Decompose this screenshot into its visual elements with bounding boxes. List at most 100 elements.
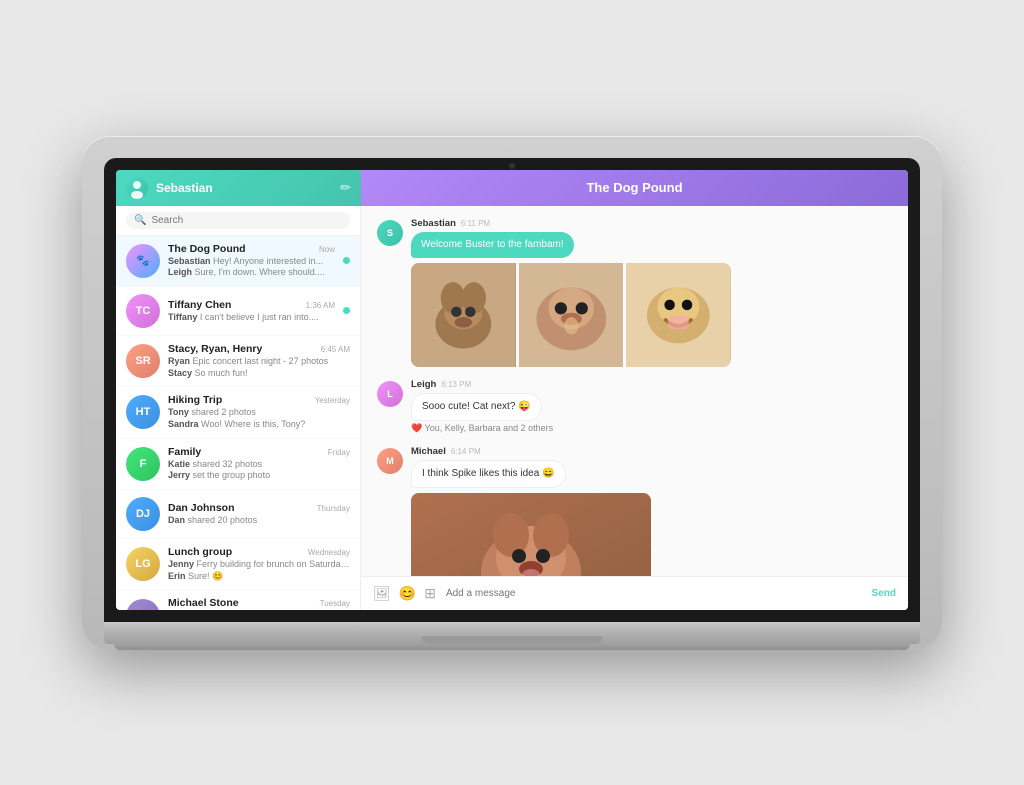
message-group: M Michael 6:14 PM I think Spike likes th… [377, 446, 892, 575]
dog-photo-3 [626, 263, 731, 368]
list-item[interactable]: LG Lunch group Wednesday Jenny Ferry bui… [116, 539, 360, 590]
conv-top: Stacy, Ryan, Henry 6:45 AM [168, 343, 350, 355]
conv-time: Wednesday [308, 548, 350, 557]
conv-time: 1:36 AM [306, 301, 335, 310]
photo-cell[interactable] [519, 263, 624, 368]
message-reactions: ❤️ You, Kelly, Barbara and 2 others [411, 423, 892, 434]
input-icons: 🖼 😊 ⊞ [373, 585, 436, 602]
avatar: 🐾 [126, 244, 160, 278]
conv-top: The Dog Pound Now [168, 243, 335, 255]
conv-preview2: Jerry set the group photo [168, 470, 350, 482]
emoji-icon[interactable]: 😊 [399, 585, 416, 602]
laptop-frame: Sebastian ✏ The Dog Pound 🔍 [82, 136, 942, 650]
list-item[interactable]: DJ Dan Johnson Thursday Dan shared 20 ph… [116, 490, 360, 539]
edit-icon[interactable]: ✏ [340, 180, 351, 196]
app-body: 🔍 🐾 The Dog Pound [116, 206, 908, 610]
message-content: Leigh 6:13 PM Sooo cute! Cat next? 😜 ❤️ … [411, 379, 892, 434]
conv-time: Yesterday [315, 396, 350, 405]
list-item[interactable]: 🐾 The Dog Pound Now Sebastian Hey! Anyon… [116, 236, 360, 287]
message-time: 6:14 PM [451, 447, 481, 456]
conv-name: Tiffany Chen [168, 299, 231, 311]
user-avatar-icon [126, 177, 148, 199]
sender-avatar: M [377, 448, 403, 474]
list-item[interactable]: HT Hiking Trip Yesterday Tony shared 2 p… [116, 387, 360, 438]
list-item[interactable]: SR Stacy, Ryan, Henry 6:45 AM Ryan Epic … [116, 336, 360, 387]
photo-cell[interactable] [626, 263, 731, 368]
list-item[interactable]: F Family Friday Katie shared 32 photos J… [116, 439, 360, 490]
message-input[interactable] [446, 588, 862, 599]
current-user-name: Sebastian [156, 181, 332, 195]
conv-preview: Tony shared 2 photos [168, 407, 350, 419]
large-dog-photo [411, 493, 651, 575]
conv-top: Tiffany Chen 1:36 AM [168, 299, 335, 311]
list-item[interactable]: MS Michael Stone Tuesday Michael shared … [116, 590, 360, 609]
sender-avatar: L [377, 381, 403, 407]
message-content: Sebastian 6:11 PM Welcome Buster to the … [411, 218, 892, 368]
chat-area: S Sebastian 6:11 PM Welcome Buster to th… [361, 206, 908, 610]
sidebar-header: Sebastian ✏ [116, 170, 361, 206]
search-input[interactable] [151, 215, 342, 226]
message-bubble: Sooo cute! Cat next? 😜 [411, 393, 542, 421]
unread-indicator [343, 257, 350, 264]
conv-info: Stacy, Ryan, Henry 6:45 AM Ryan Epic con… [168, 343, 350, 379]
message-time: 6:11 PM [461, 219, 490, 228]
avatar: LG [126, 547, 160, 581]
chat-title: The Dog Pound [586, 180, 682, 195]
conv-time: Tuesday [320, 599, 350, 608]
chat-input-bar: 🖼 😊 ⊞ Send [361, 576, 908, 610]
message-sender: Leigh [411, 379, 436, 390]
search-wrap[interactable]: 🔍 [126, 212, 350, 229]
chat-header: The Dog Pound [361, 170, 908, 206]
avatar: TC [126, 294, 160, 328]
conv-info: Lunch group Wednesday Jenny Ferry buildi… [168, 546, 350, 582]
conv-name: Michael Stone [168, 597, 239, 609]
avatar: MS [126, 599, 160, 610]
message-content: Michael 6:14 PM I think Spike likes this… [411, 446, 892, 575]
conv-time: Thursday [317, 504, 350, 513]
conv-top: Hiking Trip Yesterday [168, 394, 350, 406]
large-photo[interactable] [411, 493, 651, 575]
conv-info: The Dog Pound Now Sebastian Hey! Anyone … [168, 243, 335, 279]
message-group: S Sebastian 6:11 PM Welcome Buster to th… [377, 218, 892, 368]
user-avatar [126, 177, 148, 199]
attachment-icon[interactable]: ⊞ [424, 585, 436, 602]
conv-top: Michael Stone Tuesday [168, 597, 350, 609]
photo-grid [411, 263, 731, 368]
conv-name: Dan Johnson [168, 502, 235, 514]
laptop-foot [114, 644, 910, 650]
message-group: L Leigh 6:13 PM Sooo cute! Cat next? 😜 ❤… [377, 379, 892, 434]
message-bubble: Welcome Buster to the fambam! [411, 232, 574, 258]
photo-cell[interactable] [411, 263, 516, 368]
conv-name: Hiking Trip [168, 394, 222, 406]
conversation-list: 🐾 The Dog Pound Now Sebastian Hey! Anyon… [116, 236, 360, 610]
app-header: Sebastian ✏ The Dog Pound [116, 170, 908, 206]
dog-photo-2 [519, 263, 624, 368]
conv-info: Family Friday Katie shared 32 photos Jer… [168, 446, 350, 482]
dog-photo-1 [411, 263, 516, 368]
list-item[interactable]: TC Tiffany Chen 1:36 AM Tiffany I can't … [116, 287, 360, 336]
message-bubble: I think Spike likes this idea 😄 [411, 460, 566, 488]
conv-top: Family Friday [168, 446, 350, 458]
conv-info: Hiking Trip Yesterday Tony shared 2 phot… [168, 394, 350, 430]
conv-preview: Jenny Ferry building for brunch on Satur… [168, 559, 350, 571]
message-meta: Leigh 6:13 PM [411, 379, 892, 390]
conv-name: Family [168, 446, 201, 458]
conv-info: Dan Johnson Thursday Dan shared 20 photo… [168, 502, 350, 527]
conv-preview2: Stacy So much fun! [168, 368, 350, 380]
conv-preview2: Leigh Sure, I'm down. Where should.... [168, 267, 335, 279]
conv-preview: Sebastian Hey! Anyone interested in... [168, 256, 335, 268]
conv-name: Stacy, Ryan, Henry [168, 343, 262, 355]
message-sender: Sebastian [411, 218, 456, 229]
conv-preview: Tiffany I can't believe I just ran into.… [168, 312, 335, 324]
app-container: Sebastian ✏ The Dog Pound 🔍 [116, 170, 908, 610]
conv-info: Michael Stone Tuesday Michael shared 10 … [168, 597, 350, 609]
sidebar: 🔍 🐾 The Dog Pound [116, 206, 361, 610]
laptop-screen: Sebastian ✏ The Dog Pound 🔍 [116, 170, 908, 610]
photo-icon[interactable]: 🖼 [373, 585, 391, 602]
messages-container: S Sebastian 6:11 PM Welcome Buster to th… [361, 206, 908, 576]
conv-preview2: Erin Sure! 😊 [168, 571, 350, 583]
unread-indicator [343, 307, 350, 314]
avatar: DJ [126, 497, 160, 531]
send-button[interactable]: Send [872, 588, 896, 599]
conv-preview: Ryan Epic concert last night - 27 photos [168, 356, 350, 368]
